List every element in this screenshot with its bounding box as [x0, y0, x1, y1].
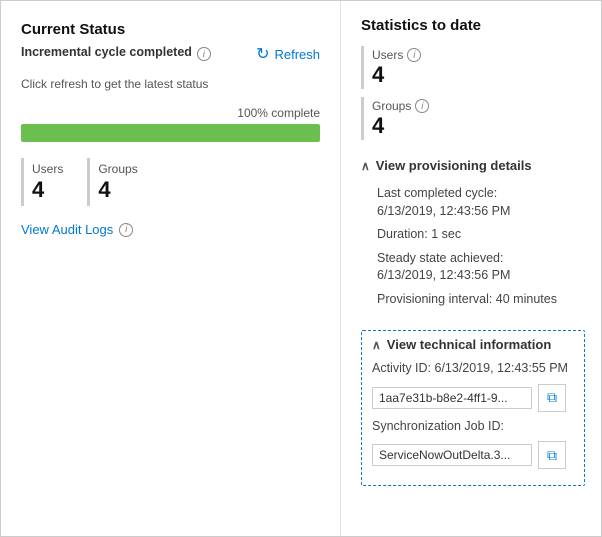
users-label: Users — [32, 162, 63, 176]
audit-info-icon[interactable]: i — [119, 223, 133, 237]
status-row: Incremental cycle completed i ↻ Refresh — [21, 44, 320, 64]
provisioning-details-body: Last completed cycle: 6/13/2019, 12:43:5… — [361, 179, 585, 320]
left-panel: Current Status Incremental cycle complet… — [1, 1, 341, 536]
technical-info-header[interactable]: ∧ View technical information — [372, 337, 574, 352]
right-groups-label: Groups — [372, 99, 411, 113]
steady-state-label: Steady state achieved: — [377, 251, 503, 265]
provisioning-details-header[interactable]: ∧ View provisioning details — [361, 152, 585, 179]
duration-label: Duration: 1 sec — [377, 227, 461, 241]
click-refresh-text: Click refresh to get the latest status — [21, 77, 208, 91]
sync-job-copy-row: ServiceNowOutDelta.3... ⧉ — [372, 441, 574, 469]
activity-id-label-row: Activity ID: 6/13/2019, 12:43:55 PM — [372, 360, 574, 378]
last-cycle-row: Last completed cycle: 6/13/2019, 12:43:5… — [377, 185, 585, 220]
activity-id-field: 1aa7e31b-b8e2-4ff1-9... — [372, 387, 532, 409]
progress-label: 100% complete — [237, 106, 320, 120]
cycle-status-label: Incremental cycle completed — [21, 45, 192, 59]
sync-job-copy-button[interactable]: ⧉ — [538, 441, 566, 469]
refresh-icon: ↻ — [256, 44, 269, 64]
sync-job-label: Synchronization Job ID: — [372, 419, 504, 433]
right-groups-info-icon[interactable]: i — [415, 99, 429, 113]
duration-row: Duration: 1 sec — [377, 226, 585, 244]
technical-info-section: ∧ View technical information Activity ID… — [361, 330, 585, 486]
steady-state-row: Steady state achieved: 6/13/2019, 12:43:… — [377, 250, 585, 285]
refresh-button[interactable]: ↻ Refresh — [256, 44, 320, 64]
right-panel: Statistics to date Users i 4 Groups i 4 — [341, 1, 601, 536]
groups-value: 4 — [98, 178, 137, 202]
right-users-stat-box: Users i 4 — [361, 46, 433, 89]
right-users-info-icon[interactable]: i — [407, 48, 421, 62]
groups-label: Groups — [98, 162, 137, 176]
right-users-value: 4 — [372, 63, 421, 87]
provisioning-chevron-icon: ∧ — [361, 159, 370, 173]
view-audit-logs-link[interactable]: View Audit Logs — [21, 222, 113, 237]
provisioning-details-section: ∧ View provisioning details Last complet… — [361, 152, 585, 320]
statistics-title: Statistics to date — [361, 17, 585, 34]
left-stats-row: Users 4 Groups 4 — [21, 158, 320, 206]
right-users-label: Users — [372, 48, 403, 62]
activity-id-label: Activity ID: 6/13/2019, 12:43:55 PM — [372, 361, 568, 375]
activity-id-copy-row: 1aa7e31b-b8e2-4ff1-9... ⧉ — [372, 384, 574, 412]
current-status-title: Current Status — [21, 21, 320, 38]
subtitle-info-icon[interactable]: i — [197, 47, 211, 61]
sync-job-label-row: Synchronization Job ID: — [372, 418, 574, 436]
click-refresh-hint: Click refresh to get the latest status — [21, 76, 320, 91]
last-cycle-value: 6/13/2019, 12:43:56 PM — [377, 204, 510, 218]
activity-id-copy-button[interactable]: ⧉ — [538, 384, 566, 412]
progress-label-container: 100% complete — [21, 105, 320, 120]
steady-state-value: 6/13/2019, 12:43:56 PM — [377, 268, 510, 282]
sync-job-field: ServiceNowOutDelta.3... — [372, 444, 532, 466]
users-value: 4 — [32, 178, 63, 202]
refresh-label: Refresh — [274, 47, 320, 62]
technical-info-label: View technical information — [387, 337, 551, 352]
users-stat-box: Users 4 — [21, 158, 79, 206]
technical-info-body: Activity ID: 6/13/2019, 12:43:55 PM 1aa7… — [372, 360, 574, 469]
right-groups-value: 4 — [372, 114, 429, 138]
groups-stat-box: Groups 4 — [87, 158, 153, 206]
technical-chevron-icon: ∧ — [372, 338, 381, 352]
right-groups-stat-box: Groups i 4 — [361, 97, 441, 140]
progress-bar-background — [21, 124, 320, 142]
last-cycle-label: Last completed cycle: — [377, 186, 497, 200]
provisioning-details-label: View provisioning details — [376, 158, 532, 173]
progress-bar-fill — [21, 124, 320, 142]
interval-label: Provisioning interval: 40 minutes — [377, 292, 557, 306]
interval-row: Provisioning interval: 40 minutes — [377, 291, 585, 309]
